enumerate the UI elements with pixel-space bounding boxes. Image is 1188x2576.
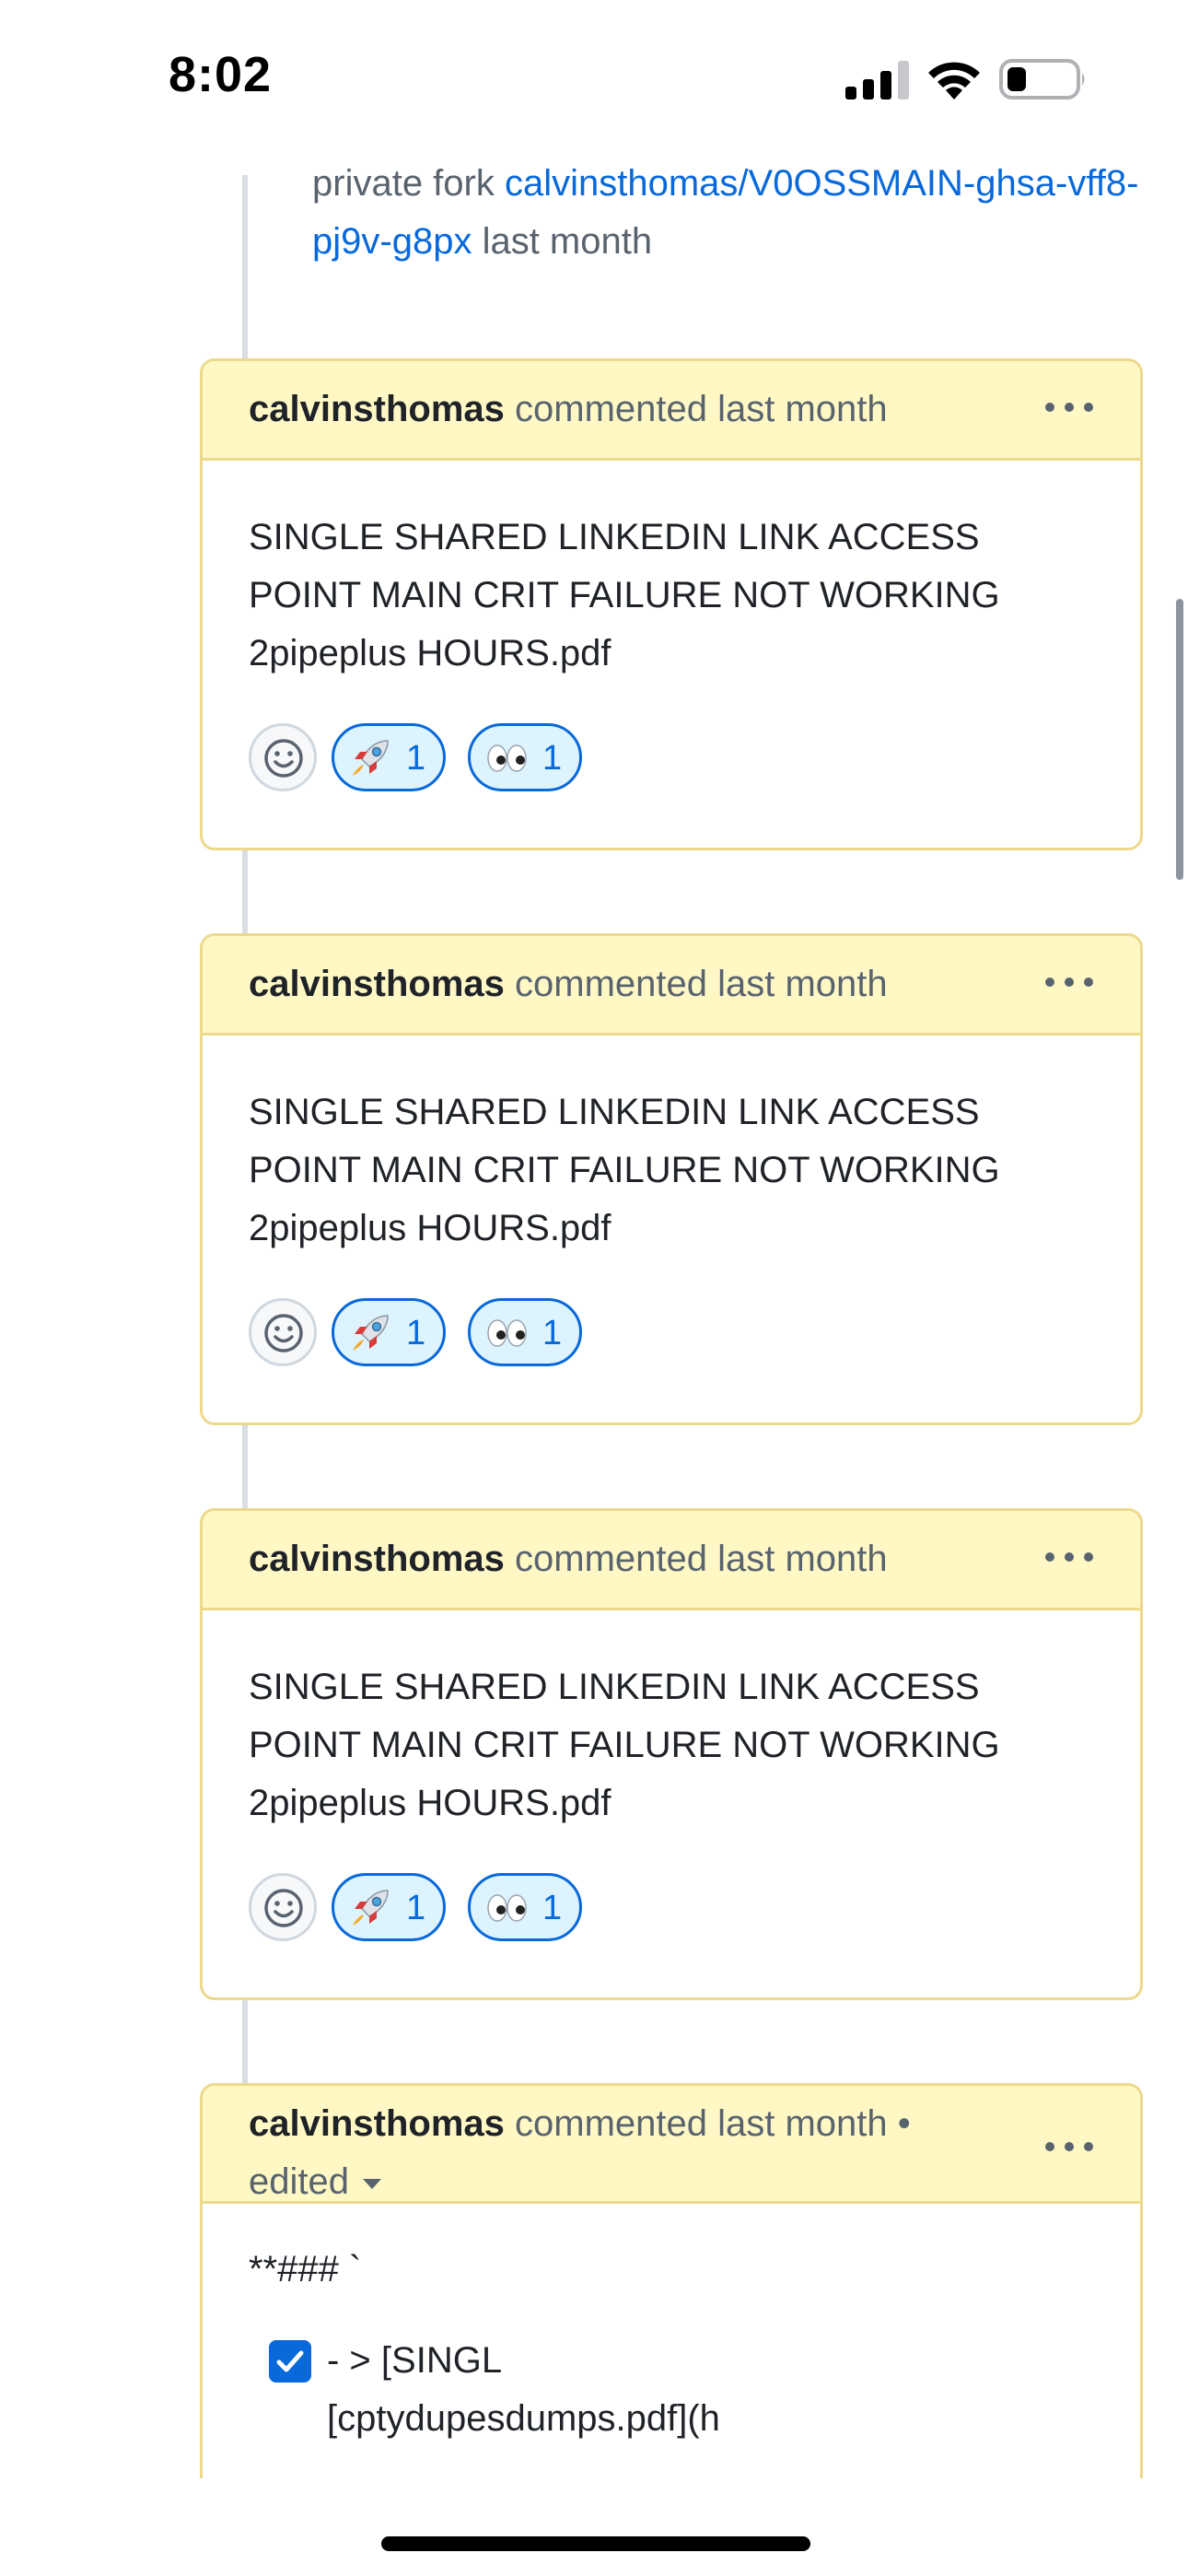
eyes-icon bbox=[487, 1319, 527, 1347]
comment-card: calvinsthomas commented last month SINGL… bbox=[200, 933, 1143, 1425]
reaction-count: 1 bbox=[542, 739, 563, 778]
more-options-icon[interactable] bbox=[1044, 2141, 1094, 2152]
reaction-eyes-button[interactable]: 1 bbox=[468, 723, 582, 791]
rocket-icon bbox=[353, 1315, 389, 1351]
event-time: last month bbox=[482, 221, 653, 262]
battery-icon bbox=[999, 59, 1085, 100]
reaction-count: 1 bbox=[542, 1889, 563, 1927]
reaction-eyes-button[interactable]: 1 bbox=[468, 1298, 582, 1366]
caret-down-icon bbox=[362, 2179, 381, 2190]
task-text-line: - > [SINGL bbox=[327, 2340, 503, 2381]
eyes-icon bbox=[487, 1894, 527, 1922]
more-options-icon[interactable] bbox=[1044, 402, 1094, 413]
comment-text: SINGLE SHARED LINKEDIN LINK ACCESS POINT… bbox=[249, 517, 1000, 673]
comment-action: commented last month bbox=[515, 389, 888, 429]
reaction-count: 1 bbox=[406, 739, 426, 778]
add-reaction-button[interactable] bbox=[249, 1298, 317, 1366]
comment-card: calvinsthomas commented last month SINGL… bbox=[200, 1508, 1143, 2000]
scrollbar-thumb[interactable] bbox=[1176, 599, 1183, 880]
comment-meta: calvinsthomas commented last month • edi… bbox=[249, 2095, 1004, 2211]
cellular-signal-icon bbox=[845, 61, 909, 100]
status-bar: 8:02 bbox=[0, 0, 1188, 157]
edited-label: edited bbox=[249, 2161, 349, 2202]
timeline-event: private fork calvinsthomas/V0OSSMAIN-ghs… bbox=[312, 155, 1141, 271]
comment-action: commented last month bbox=[515, 1539, 888, 1579]
smiley-icon bbox=[264, 1889, 303, 1927]
add-reaction-button[interactable] bbox=[249, 1873, 317, 1941]
smiley-icon bbox=[264, 739, 303, 778]
reaction-count: 1 bbox=[406, 1314, 426, 1352]
reaction-eyes-button[interactable]: 1 bbox=[468, 1873, 582, 1941]
comment-author[interactable]: calvinsthomas bbox=[249, 1539, 505, 1579]
comment-author[interactable]: calvinsthomas bbox=[249, 2103, 505, 2144]
reaction-rocket-button[interactable]: 1 bbox=[332, 723, 446, 791]
reaction-count: 1 bbox=[406, 1889, 426, 1927]
more-options-icon[interactable] bbox=[1044, 1551, 1094, 1563]
home-indicator[interactable] bbox=[381, 2536, 810, 2551]
comment-body: SINGLE SHARED LINKEDIN LINK ACCESS POINT… bbox=[203, 1036, 1140, 1423]
reaction-rocket-button[interactable]: 1 bbox=[332, 1873, 446, 1941]
comment-card: calvinsthomas commented last month SINGL… bbox=[200, 358, 1143, 850]
comment-action: commented last month • bbox=[515, 2103, 911, 2144]
comment-body: SINGLE SHARED LINKEDIN LINK ACCESS POINT… bbox=[203, 1610, 1140, 1997]
comment-header: calvinsthomas commented last month bbox=[203, 936, 1140, 1036]
comment-text: SINGLE SHARED LINKEDIN LINK ACCESS POINT… bbox=[249, 1667, 1000, 1823]
comment-meta: calvinsthomas commented last month bbox=[249, 1533, 1022, 1585]
wifi-icon bbox=[928, 62, 980, 100]
task-list-item: - > [SINGL [cptydupesdumps.pdf](h bbox=[249, 2332, 1094, 2448]
smiley-icon bbox=[264, 1314, 303, 1352]
comment-header: calvinsthomas commented last month • edi… bbox=[203, 2086, 1140, 2204]
comment-action: commented last month bbox=[515, 964, 888, 1004]
edited-dropdown[interactable]: edited bbox=[249, 2161, 382, 2202]
comment-body: SINGLE SHARED LINKEDIN LINK ACCESS POINT… bbox=[203, 461, 1140, 848]
comment-meta: calvinsthomas commented last month bbox=[249, 383, 1022, 435]
comment-header: calvinsthomas commented last month bbox=[203, 361, 1140, 461]
rocket-icon bbox=[353, 1890, 389, 1926]
add-reaction-button[interactable] bbox=[249, 723, 317, 791]
reaction-rocket-button[interactable]: 1 bbox=[332, 1298, 446, 1366]
reaction-count: 1 bbox=[542, 1314, 563, 1352]
task-text-line: [cptydupesdumps.pdf](h bbox=[327, 2398, 720, 2439]
markdown-text: **### ` bbox=[249, 2249, 362, 2289]
bottom-safe-area bbox=[0, 2478, 1188, 2576]
eyes-icon bbox=[487, 744, 527, 772]
status-time: 8:02 bbox=[169, 47, 273, 102]
comment-text: SINGLE SHARED LINKEDIN LINK ACCESS POINT… bbox=[249, 1092, 1000, 1248]
rocket-icon bbox=[353, 740, 389, 776]
event-prefix: private fork bbox=[312, 163, 495, 204]
comment-header: calvinsthomas commented last month bbox=[203, 1511, 1140, 1610]
comment-author[interactable]: calvinsthomas bbox=[249, 389, 505, 429]
comment-meta: calvinsthomas commented last month bbox=[249, 958, 1022, 1010]
checked-checkbox-icon[interactable] bbox=[269, 2340, 311, 2383]
more-options-icon[interactable] bbox=[1044, 977, 1094, 988]
comment-author[interactable]: calvinsthomas bbox=[249, 964, 505, 1004]
